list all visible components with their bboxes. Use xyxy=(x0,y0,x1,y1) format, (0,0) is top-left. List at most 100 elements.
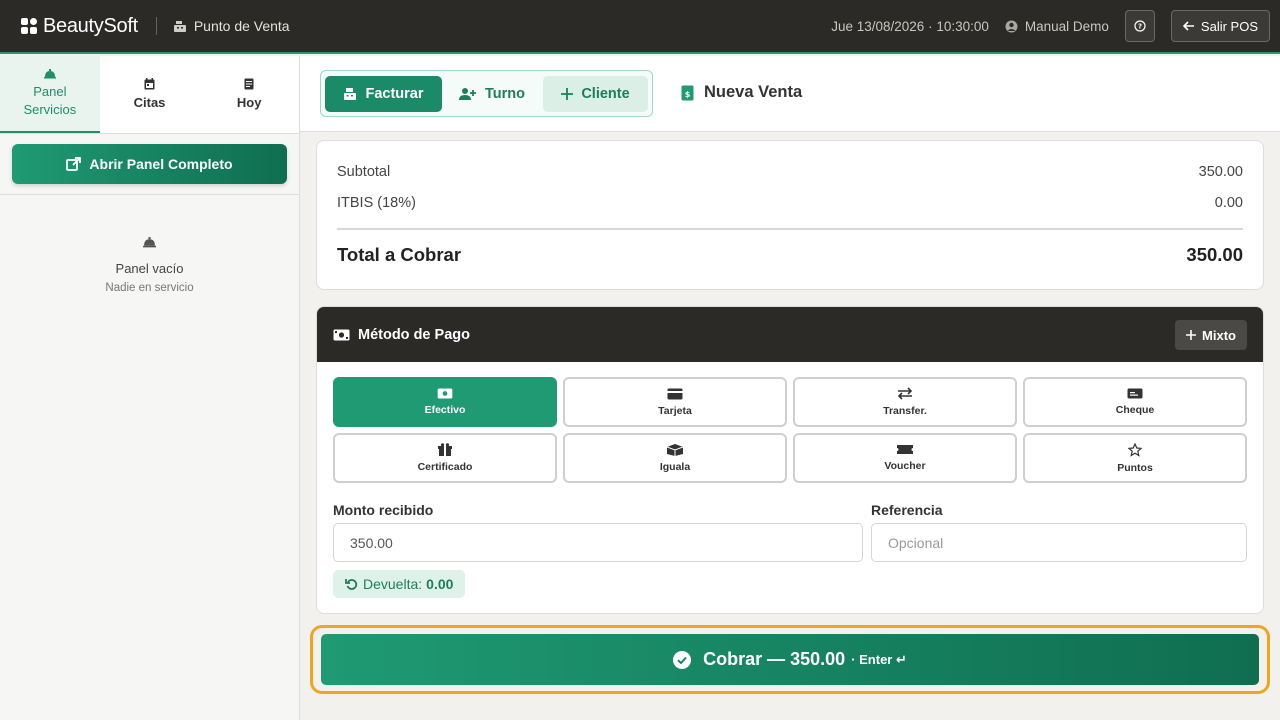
tab-label: Citas xyxy=(133,94,166,110)
brand: BeautySoft xyxy=(21,15,138,38)
method-iguala-button[interactable]: Iguala xyxy=(563,433,787,483)
divider xyxy=(337,228,1243,230)
subtotal-label: Subtotal xyxy=(337,164,391,180)
payment-header: Método de Pago Mixto xyxy=(317,307,1263,362)
cash-icon xyxy=(437,388,453,399)
amount-received-label: Monto recibido xyxy=(333,502,434,518)
reference-label: Referencia xyxy=(871,502,943,518)
module-label: Punto de Venta xyxy=(193,18,290,34)
tab-panel-servicios[interactable]: Panel Servicios xyxy=(0,56,100,133)
credit-card-icon xyxy=(667,388,683,399)
cash-icon xyxy=(333,329,350,340)
change-label: Devuelta: xyxy=(363,576,423,592)
user-circle-icon xyxy=(1005,20,1018,32)
method-label: Efectivo xyxy=(424,404,466,416)
empty-subtitle: Nadie en servicio xyxy=(105,282,194,294)
empty-title: Panel vacío xyxy=(115,261,184,276)
method-voucher-button[interactable]: Voucher xyxy=(793,433,1017,483)
svg-text:?: ? xyxy=(1138,23,1142,31)
tab-label: Hoy xyxy=(236,94,262,110)
method-label: Puntos xyxy=(1117,461,1153,474)
star-icon xyxy=(1128,442,1142,457)
subtotal-row: Subtotal 350.00 xyxy=(337,164,1243,180)
divider xyxy=(155,17,157,35)
open-panel-label: Abrir Panel Completo xyxy=(89,156,233,172)
method-tarjeta-button[interactable]: Tarjeta xyxy=(563,377,787,427)
transfer-icon xyxy=(897,387,913,400)
tab-label: Panel Servicios xyxy=(23,83,77,117)
subtotal-value: 350.00 xyxy=(1198,164,1243,180)
calendar-icon xyxy=(144,77,155,89)
method-label: Certificado xyxy=(417,461,473,473)
mode-label: Turno xyxy=(485,86,525,102)
enter-shortcut-hint: · Enter ↵ xyxy=(851,651,907,667)
mode-facturar-button[interactable]: Facturar xyxy=(325,76,442,112)
arrow-left-icon xyxy=(1182,21,1194,31)
method-puntos-button[interactable]: Puntos xyxy=(1023,433,1247,483)
main-header: Facturar Turno Cliente $ Nueva Venta xyxy=(300,56,1280,132)
change-badge: Devuelta: 0.00 xyxy=(333,570,466,598)
mode-label: Cliente xyxy=(581,86,630,102)
exit-label: Salir POS xyxy=(1200,18,1258,34)
charge-button[interactable]: Cobrar — 350.00 · Enter ↵ xyxy=(321,634,1259,685)
method-label: Transfer. xyxy=(883,405,927,417)
service-bell-icon xyxy=(143,237,156,248)
question-icon: ? xyxy=(1134,20,1146,32)
plus-icon xyxy=(1186,330,1197,340)
mode-switcher: Facturar Turno Cliente xyxy=(320,70,653,117)
sidebar: Panel Servicios Citas Hoy Abrir Panel Co… xyxy=(0,56,300,720)
top-bar: BeautySoft Punto de Venta Jue 13/08/2026… xyxy=(0,0,1280,54)
charge-label: Cobrar — 350.00 xyxy=(703,649,846,669)
payment-title: Método de Pago xyxy=(358,326,470,343)
method-cheque-button[interactable]: Cheque xyxy=(1023,377,1247,427)
cheque-icon xyxy=(1127,388,1143,399)
method-label: Cheque xyxy=(1115,404,1155,416)
sidebar-tabs: Panel Servicios Citas Hoy xyxy=(0,56,299,134)
cash-register-icon xyxy=(344,88,357,100)
mode-label: Facturar xyxy=(365,86,424,102)
amount-received-input[interactable]: 350.00 xyxy=(333,523,863,562)
document-icon xyxy=(244,78,254,89)
tax-row: ITBIS (18%) 0.00 xyxy=(337,195,1243,211)
mode-turno-button[interactable]: Turno xyxy=(451,76,533,112)
payment-methods-grid: Efectivo Tarjeta Transfer. Cheque Certif… xyxy=(333,377,1247,483)
method-certificado-button[interactable]: Certificado xyxy=(333,433,557,483)
datetime: Jue 13/08/2026 · 10:30:00 xyxy=(831,18,989,34)
tab-hoy[interactable]: Hoy xyxy=(199,56,299,133)
svg-text:$: $ xyxy=(685,90,691,99)
brand-name: BeautySoft xyxy=(43,14,138,37)
mixto-label: Mixto xyxy=(1202,327,1236,343)
tax-label: ITBIS (18%) xyxy=(337,195,416,211)
undo-icon xyxy=(345,578,358,590)
check-circle-icon xyxy=(673,650,692,669)
user-name: Manual Demo xyxy=(1024,18,1109,34)
total-label: Total a Cobrar xyxy=(337,244,462,265)
payment-method-card: Método de Pago Mixto Efectivo Tarjeta Tr… xyxy=(316,306,1264,614)
user-info[interactable]: Manual Demo xyxy=(1005,19,1109,34)
plus-icon xyxy=(561,88,574,100)
method-efectivo-button[interactable]: Efectivo xyxy=(333,377,557,427)
user-plus-icon xyxy=(459,88,476,100)
empty-panel-state: Panel vacío Nadie en servicio xyxy=(0,235,299,294)
method-transfer-button[interactable]: Transfer. xyxy=(793,377,1017,427)
external-link-icon xyxy=(66,156,82,171)
mode-cliente-button[interactable]: Cliente xyxy=(543,76,648,112)
totals-card: Subtotal 350.00 ITBIS (18%) 0.00 Total a… xyxy=(316,140,1264,290)
help-button[interactable]: ? xyxy=(1124,10,1155,42)
method-label: Iguala xyxy=(659,460,691,473)
open-full-panel-button[interactable]: Abrir Panel Completo xyxy=(12,144,287,184)
tab-citas[interactable]: Citas xyxy=(100,56,200,133)
total-row: Total a Cobrar 350.00 xyxy=(337,244,1243,266)
total-value: 350.00 xyxy=(1186,244,1243,265)
exit-pos-button[interactable]: Salir POS xyxy=(1170,10,1270,42)
ticket-icon xyxy=(897,445,913,454)
cash-register-icon xyxy=(173,20,186,32)
brand-logo-icon xyxy=(21,18,37,34)
reference-input[interactable]: Opcional xyxy=(871,523,1247,562)
change-value: 0.00 xyxy=(426,576,454,592)
gift-icon xyxy=(438,443,452,456)
sale-title: $ Nueva Venta xyxy=(681,83,802,102)
sale-title-text: Nueva Venta xyxy=(704,83,803,101)
mixed-payment-button[interactable]: Mixto xyxy=(1175,320,1247,350)
module-title: Punto de Venta xyxy=(173,18,290,34)
